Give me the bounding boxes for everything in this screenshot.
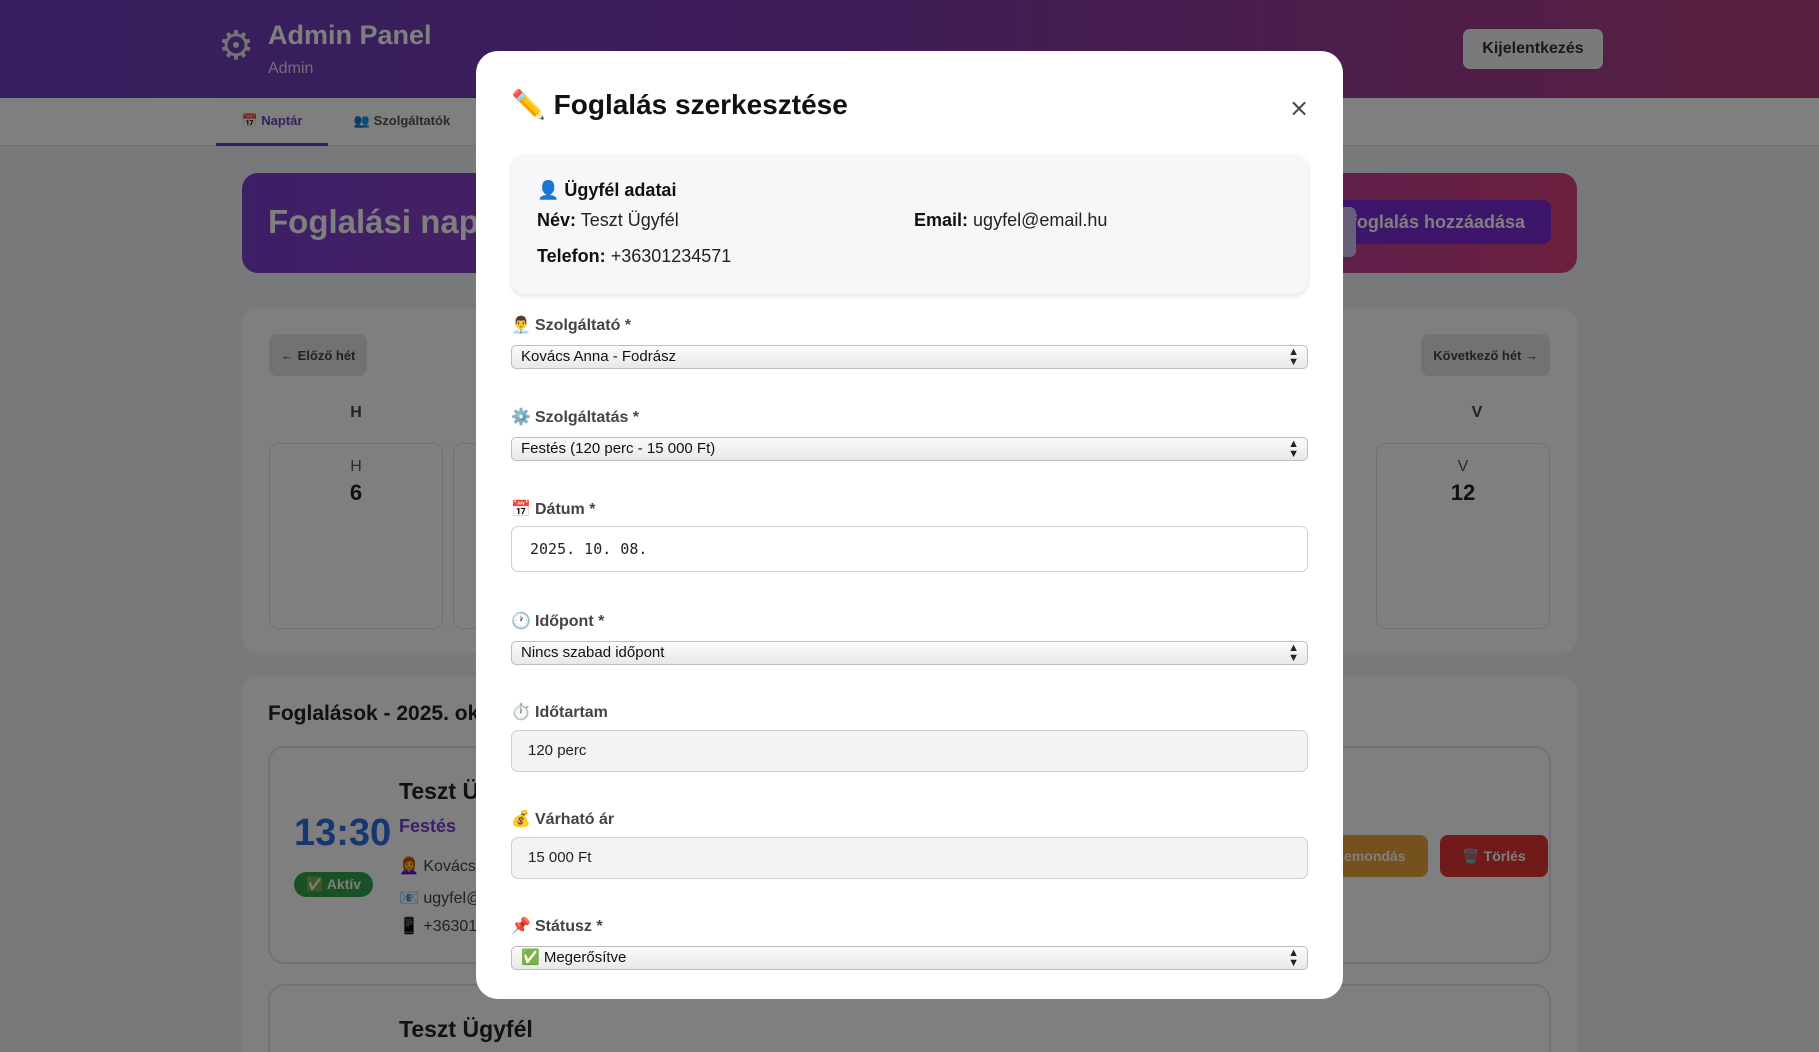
provider-label: 👨‍💼 Szolgáltató * xyxy=(511,317,632,334)
client-name-value: Teszt Ügyfél xyxy=(580,210,679,230)
select-arrows-icon: ▲ ▼ xyxy=(1288,438,1299,460)
service-select-value: Festés (120 perc - 15 000 Ft) xyxy=(521,440,716,457)
time-label: 🕐 Időpont * xyxy=(511,613,605,630)
service-select[interactable]: Festés (120 perc - 15 000 Ft) ▲ ▼ xyxy=(511,437,1308,461)
select-arrows-icon: ▲ ▼ xyxy=(1288,947,1299,969)
client-email-label: Email: xyxy=(914,210,969,230)
service-label: ⚙️ Szolgáltatás * xyxy=(511,409,640,426)
client-name-label: Név: xyxy=(537,210,577,230)
time-select-value: Nincs szabad időpont xyxy=(521,644,665,661)
status-select[interactable]: ✅ Megerősítve ▲ ▼ xyxy=(511,946,1308,970)
close-icon[interactable]: × xyxy=(1284,93,1314,123)
duration-label: ⏱️ Időtartam xyxy=(511,704,608,721)
client-info-heading: 👤 Ügyfél adatai xyxy=(537,180,677,200)
money-bag-icon: 💰 xyxy=(511,811,531,828)
client-name: Név: Teszt Ügyfél xyxy=(537,210,679,231)
modal-title: ✏️ Foglalás szerkesztése xyxy=(511,89,848,120)
provider-select[interactable]: Kovács Anna - Fodrász ▲ ▼ xyxy=(511,345,1308,369)
price-label: 💰 Várható ár xyxy=(511,811,615,828)
client-phone-value: +36301234571 xyxy=(610,246,732,266)
calendar-icon: 📅 xyxy=(511,501,531,518)
status-label: 📌 Státusz * xyxy=(511,918,603,935)
clock-icon: 🕐 xyxy=(511,613,531,630)
provider-select-value: Kovács Anna - Fodrász xyxy=(521,348,677,365)
provider-icon: 👨‍💼 xyxy=(511,317,531,334)
date-input[interactable]: 2025. 10. 08. xyxy=(511,526,1308,572)
date-label: 📅 Dátum * xyxy=(511,501,596,518)
client-email: Email: ugyfel@email.hu xyxy=(914,210,1107,231)
duration-input: 120 perc xyxy=(511,730,1308,772)
client-phone: Telefon: +36301234571 xyxy=(537,246,731,267)
pushpin-icon: 📌 xyxy=(511,918,531,935)
service-icon: ⚙️ xyxy=(511,409,531,426)
client-info-card: 👤 Ügyfél adatai Név: Teszt Ügyfél Email:… xyxy=(511,154,1308,294)
select-arrows-icon: ▲ ▼ xyxy=(1288,642,1299,664)
price-input: 15 000 Ft xyxy=(511,837,1308,879)
select-arrows-icon: ▲ ▼ xyxy=(1288,346,1299,368)
time-select[interactable]: Nincs szabad időpont ▲ ▼ xyxy=(511,641,1308,665)
edit-booking-modal: ✏️ Foglalás szerkesztése × 👤 Ügyfél adat… xyxy=(476,51,1343,999)
client-phone-label: Telefon: xyxy=(537,246,606,266)
client-email-value: ugyfel@email.hu xyxy=(973,210,1108,230)
status-select-value: ✅ Megerősítve xyxy=(521,949,627,966)
stopwatch-icon: ⏱️ xyxy=(511,704,531,721)
